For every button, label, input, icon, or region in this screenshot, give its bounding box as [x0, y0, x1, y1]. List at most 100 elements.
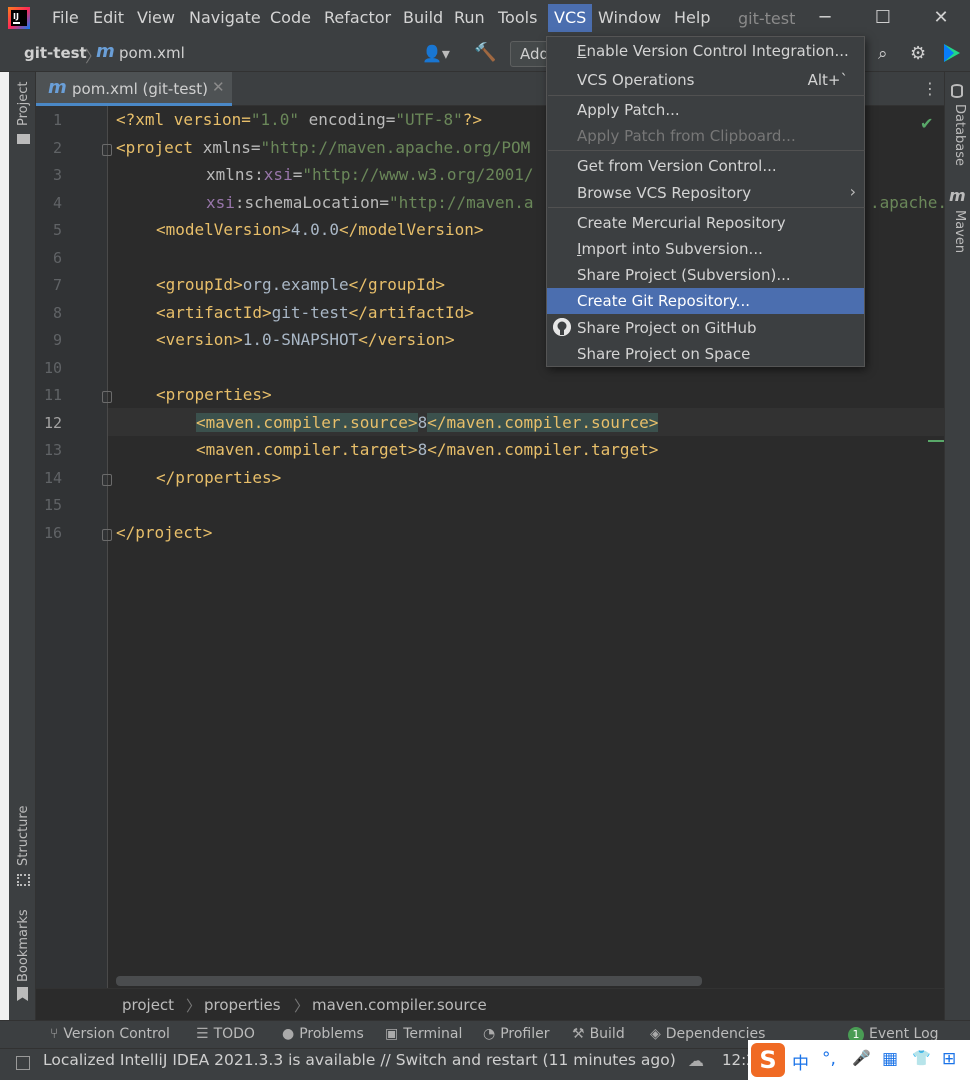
bookmark-icon — [17, 987, 28, 1001]
menu-code[interactable]: Code — [270, 8, 311, 27]
code-line: <artifactId>git-test</artifactId> — [156, 303, 474, 322]
menu-import-subversion[interactable]: Import into Subversion... — [547, 236, 864, 262]
no-problems-check-icon[interactable]: ✔ — [920, 114, 933, 133]
fold-marker-icon[interactable] — [102, 391, 112, 403]
database-tool-button[interactable]: Database — [952, 104, 967, 166]
project-tool-button[interactable]: Project — [16, 82, 31, 126]
sync-icon[interactable]: ☁ — [688, 1051, 704, 1070]
crumb-compiler-source[interactable]: maven.compiler.source — [312, 996, 487, 1014]
todo-tool[interactable]: ☰ TODO — [196, 1026, 255, 1042]
maven-tool-button[interactable]: Maven — [952, 210, 967, 253]
menu-create-git-repository[interactable]: Create Git Repository... — [547, 288, 864, 314]
line-number: 7 — [52, 276, 62, 294]
bookmarks-tool-button[interactable]: Bookmarks — [16, 909, 31, 982]
line-number: 5 — [52, 221, 62, 239]
line-number: 4 — [52, 194, 62, 212]
code-line: <project xmlns="http://maven.apache.org/… — [116, 138, 531, 157]
sogou-logo-icon[interactable]: S — [751, 1043, 785, 1077]
crumb-project[interactable]: project — [122, 996, 174, 1014]
toolbox-icon[interactable]: ⊞ — [942, 1049, 956, 1069]
chinese-mode-icon[interactable]: 中 — [792, 1049, 809, 1074]
skin-icon[interactable]: 👕 — [912, 1049, 931, 1067]
menu-tools[interactable]: Tools — [498, 8, 537, 27]
code-line: xmlns:xsi="http://www.w3.org/2001/ — [206, 165, 534, 184]
user-account-icon[interactable]: 👤▾ — [422, 44, 450, 63]
menu-vcs[interactable]: VCS — [548, 4, 593, 32]
code-line: <version>1.0-SNAPSHOT</version> — [156, 330, 455, 349]
menu-separator — [548, 207, 865, 208]
menu-share-on-github[interactable]: Share Project on GitHub — [547, 315, 864, 341]
menu-share-project-subversion[interactable]: Share Project (Subversion)... — [547, 262, 864, 288]
menu-edit[interactable]: Edit — [93, 8, 124, 27]
layers-icon: ◈ — [650, 1026, 661, 1042]
menu-item-label: Create Mercurial Repository — [577, 214, 786, 232]
line-number: 15 — [43, 496, 62, 514]
chevron-right-icon: 〉 — [294, 997, 310, 1015]
maximize-icon[interactable]: ☐ — [868, 4, 898, 32]
menu-navigate[interactable]: Navigate — [189, 8, 261, 27]
menu-file[interactable]: File — [52, 8, 79, 27]
menu-refactor[interactable]: Refactor — [324, 8, 391, 27]
ime-toolbar: S 中 °, 🎤 ▦ 👕 ⊞ — [748, 1040, 970, 1080]
structure-tool-button[interactable]: Structure — [16, 806, 31, 866]
code-line: <?xml version="1.0" encoding="UTF-8"?> — [116, 110, 483, 129]
menu-share-on-space[interactable]: Share Project on Space — [547, 341, 864, 367]
maven-file-icon: m — [96, 41, 115, 62]
problems-tool[interactable]: ● Problems — [282, 1026, 364, 1042]
expand-status-icon[interactable] — [16, 1056, 30, 1070]
search-icon[interactable]: ⌕ — [878, 44, 888, 64]
crumb-properties[interactable]: properties — [204, 996, 281, 1014]
menu-vcs-operations[interactable]: VCS Operations Alt+` — [547, 67, 864, 93]
fold-marker-icon[interactable] — [102, 529, 112, 541]
build-hammer-icon[interactable]: 🔨 — [474, 42, 496, 63]
menu-browse-vcs-repository[interactable]: Browse VCS Repository › — [547, 180, 864, 206]
submenu-arrow-icon: › — [849, 182, 856, 201]
terminal-tool[interactable]: ▣ Terminal — [385, 1026, 462, 1042]
maven-icon: m — [949, 186, 966, 205]
fold-marker-icon[interactable] — [102, 474, 112, 486]
keyboard-icon[interactable]: ▦ — [882, 1049, 898, 1069]
minimize-icon[interactable]: ─ — [810, 4, 840, 32]
code-with-me-icon[interactable] — [942, 42, 962, 64]
menu-item-label: Apply Patch... — [577, 101, 680, 119]
menu-create-mercurial-repo[interactable]: Create Mercurial Repository — [547, 210, 864, 236]
microphone-icon[interactable]: 🎤 — [852, 1049, 871, 1067]
gear-icon[interactable]: ⚙ — [910, 43, 926, 64]
line-number: 16 — [43, 524, 62, 542]
breadcrumb-file[interactable]: pom.xml — [119, 44, 185, 62]
breadcrumb-project[interactable]: git-test — [24, 44, 87, 62]
menu-item-label: Enable Version Control Integration... — [577, 42, 849, 60]
menu-enable-vcs-integration[interactable]: Enable Version Control Integration... — [547, 38, 864, 64]
line-number-gutter: 1 2 3 4 5 6 7 8 9 10 11 12 13 14 15 16 — [36, 106, 112, 988]
left-tool-strip: Project Structure Bookmarks — [0, 72, 36, 1020]
line-number: 1 — [52, 111, 62, 129]
menu-view[interactable]: View — [137, 8, 175, 27]
menu-window[interactable]: Window — [598, 8, 661, 27]
add-configuration-label: Add — [520, 45, 550, 63]
status-message[interactable]: Localized IntelliJ IDEA 2021.3.3 is avai… — [43, 1051, 676, 1069]
line-number: 10 — [43, 359, 62, 377]
build-tool[interactable]: ⚒ Build — [572, 1026, 625, 1042]
menu-build[interactable]: Build — [403, 8, 443, 27]
menu-apply-patch[interactable]: Apply Patch... — [547, 97, 864, 123]
version-control-tool[interactable]: ⑂ Version Control — [50, 1026, 170, 1042]
code-line: xsi:schemaLocation="http://maven.a — [206, 193, 534, 212]
intellij-logo-icon[interactable]: IJ — [8, 7, 30, 29]
menu-item-label: Browse VCS Repository — [577, 184, 752, 202]
punctuation-icon[interactable]: °, — [822, 1049, 836, 1069]
line-number: 11 — [43, 386, 62, 404]
code-line-current: <maven.compiler.source>8</maven.compiler… — [196, 413, 659, 432]
menu-help[interactable]: Help — [674, 8, 710, 27]
more-options-icon[interactable]: ⋮ — [922, 79, 938, 98]
database-icon — [951, 84, 963, 98]
profiler-tool[interactable]: ◔ Profiler — [483, 1026, 550, 1042]
close-window-icon[interactable]: ✕ — [926, 4, 956, 32]
tab-pom-xml[interactable]: m pom.xml (git-test) ✕ — [36, 72, 232, 106]
xml-breadcrumb: project 〉 properties 〉 maven.compiler.so… — [36, 988, 944, 1020]
close-tab-icon[interactable]: ✕ — [212, 78, 225, 96]
horizontal-scrollbar[interactable] — [116, 976, 702, 986]
menu-get-from-vcs[interactable]: Get from Version Control... — [547, 153, 864, 179]
change-marker — [928, 440, 944, 442]
menu-run[interactable]: Run — [454, 8, 485, 27]
fold-marker-icon[interactable] — [102, 144, 112, 156]
